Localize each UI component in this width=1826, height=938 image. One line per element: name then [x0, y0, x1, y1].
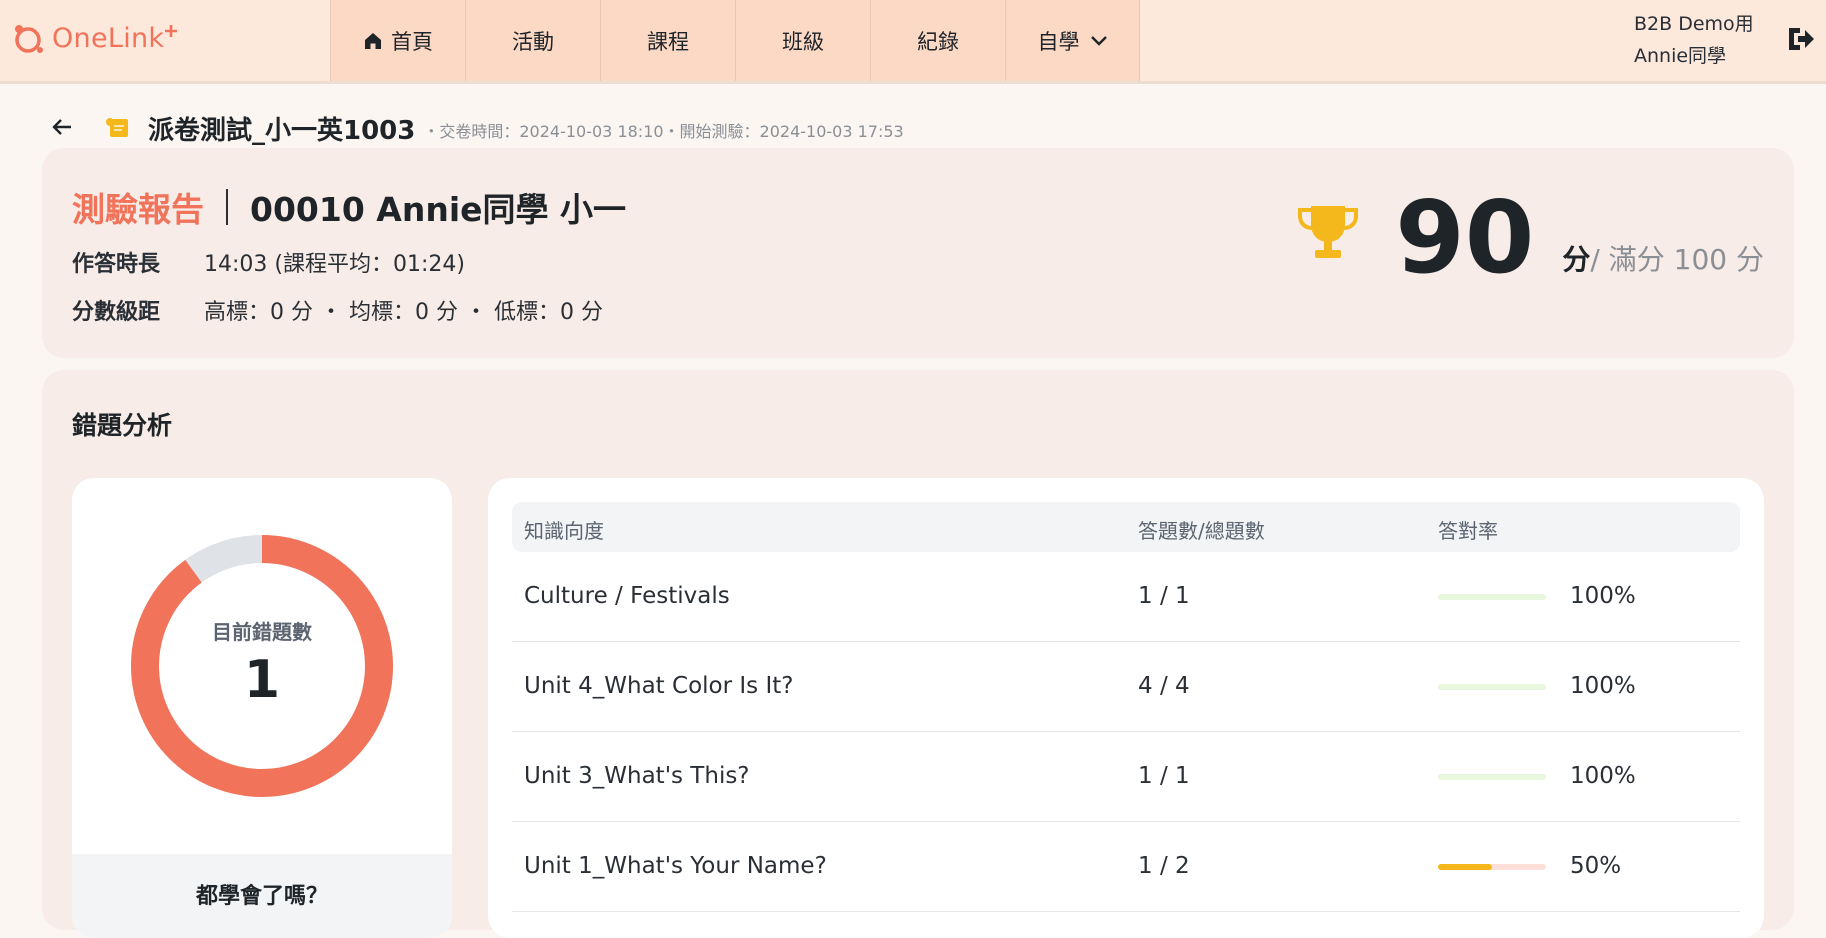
score-display: 90 分 / 滿分 100 分 — [1297, 178, 1764, 288]
top-navigation-bar: OneLink 首頁 活動 課程 班級 紀錄 自學 B2B Demo用 Anni… — [0, 0, 1826, 84]
report-header: 測驗報告 00010 Annie同學 小一 — [72, 186, 627, 229]
scroll-icon — [104, 116, 132, 140]
student-name: 00010 Annie同學 小一 — [250, 190, 627, 229]
user-info: B2B Demo用 Annie同學 — [1634, 8, 1754, 72]
accuracy-bar — [1438, 864, 1546, 870]
accuracy-percent: 100% — [1570, 673, 1636, 699]
table-row: Unit 4_What Color Is It? 4 / 4 100% — [512, 642, 1740, 732]
accuracy-bar — [1438, 594, 1546, 600]
accuracy-percent: 100% — [1570, 763, 1636, 789]
back-button[interactable] — [50, 115, 76, 141]
score-range-value: 高標：0 分 ・ 均標：0 分 ・ 低標：0 分 — [204, 300, 603, 325]
logout-icon — [1789, 28, 1814, 50]
plus-icon — [165, 25, 178, 37]
accuracy-bar — [1438, 684, 1546, 690]
nav-item-self-study[interactable]: 自學 — [1005, 0, 1140, 81]
divider — [226, 189, 228, 225]
table-row: Unit 1_What's Your Name? 1 / 2 50% — [512, 822, 1740, 912]
score-full: / 滿分 100 分 — [1590, 243, 1764, 276]
exam-title-bar: 派卷測試_小一英1003 ・交卷時間：2024-10-03 18:10・開始測驗… — [50, 108, 904, 148]
topic-cell: Culture / Festivals — [524, 583, 730, 609]
nav-label-self-study: 自學 — [1037, 29, 1080, 54]
main-nav: 首頁 活動 課程 班級 紀錄 自學 — [330, 0, 1140, 81]
nav-label-classes: 班級 — [782, 29, 824, 54]
table-row: Culture / Festivals 1 / 1 100% — [512, 552, 1740, 642]
logout-button[interactable] — [1786, 24, 1818, 56]
nav-label-activities: 活動 — [512, 29, 554, 54]
accuracy-bar-fill — [1438, 864, 1492, 870]
nav-label-courses: 課程 — [647, 29, 689, 54]
column-header-count: 答題數/總題數 — [1138, 519, 1265, 543]
column-header-rate: 答對率 — [1438, 519, 1498, 543]
duration-key: 作答時長 — [72, 252, 161, 277]
accuracy-percent: 50% — [1570, 853, 1622, 879]
exam-title: 派卷測試_小一英1003 — [148, 115, 416, 146]
score-unit: 分 — [1562, 243, 1591, 276]
duration-value: 14:03 (課程平均：01:24) — [204, 252, 465, 277]
user-org: B2B Demo用 — [1634, 13, 1754, 35]
score-range-key: 分數級距 — [72, 300, 161, 325]
nav-label-home: 首頁 — [391, 29, 433, 54]
nav-item-records[interactable]: 紀錄 — [870, 0, 1005, 81]
onelink-logo-icon — [15, 25, 43, 53]
nav-item-home[interactable]: 首頁 — [330, 0, 465, 81]
nav-item-courses[interactable]: 課程 — [600, 0, 735, 81]
count-cell: 1 / 2 — [1138, 853, 1190, 879]
accuracy-bar-fill — [1438, 684, 1546, 690]
accuracy-bar — [1438, 774, 1546, 780]
count-cell: 1 / 1 — [1138, 583, 1190, 609]
donut-label: 目前錯題數 — [212, 620, 312, 644]
column-header-topic: 知識向度 — [524, 519, 604, 543]
logo-text: OneLink — [52, 22, 165, 54]
score-value: 90 — [1395, 179, 1535, 296]
trophy-icon — [1297, 204, 1359, 266]
review-prompt-button[interactable]: 都學會了嗎？ — [72, 854, 452, 938]
count-cell: 4 / 4 — [1138, 673, 1190, 699]
nav-item-classes[interactable]: 班級 — [735, 0, 870, 81]
donut-value: 1 — [243, 650, 281, 710]
topic-cell: Unit 1_What's Your Name? — [524, 853, 827, 879]
wrong-count-card: 目前錯題數 1 都學會了嗎？ — [72, 478, 452, 938]
topic-cell: Unit 3_What's This? — [524, 763, 750, 789]
score-range-row: 分數級距 高標：0 分 ・ 均標：0 分 ・ 低標：0 分 — [72, 294, 603, 326]
nav-label-records: 紀錄 — [917, 29, 959, 54]
error-analysis-section: 錯題分析 目前錯題數 1 都學會了嗎？ 知識向度 答題數/總題數 答對率 Cul… — [42, 370, 1794, 938]
chevron-down-icon — [1090, 35, 1108, 47]
duration-row: 作答時長 14:03 (課程平均：01:24) — [72, 246, 465, 278]
arrow-left-icon — [52, 119, 71, 135]
accuracy-percent: 100% — [1570, 583, 1636, 609]
knowledge-table: 知識向度 答題數/總題數 答對率 Culture / Festivals 1 / … — [488, 478, 1764, 938]
onelink-logo[interactable]: OneLink — [10, 18, 178, 58]
table-header: 知識向度 答題數/總題數 答對率 — [512, 502, 1740, 552]
count-cell: 1 / 1 — [1138, 763, 1190, 789]
user-name: Annie同學 — [1634, 45, 1727, 67]
nav-item-activities[interactable]: 活動 — [465, 0, 600, 81]
accuracy-bar-fill — [1438, 774, 1546, 780]
accuracy-bar-fill — [1438, 594, 1546, 600]
test-report-card: 測驗報告 00010 Annie同學 小一 作答時長 14:03 (課程平均：0… — [42, 148, 1794, 358]
topic-cell: Unit 4_What Color Is It? — [524, 673, 794, 699]
analysis-title: 錯題分析 — [72, 411, 173, 440]
report-label: 測驗報告 — [72, 190, 204, 229]
home-icon — [363, 31, 383, 51]
table-row: Unit 3_What's This? 1 / 1 100% — [512, 732, 1740, 822]
exam-meta: ・交卷時間：2024-10-03 18:10・開始測驗：2024-10-03 1… — [423, 122, 904, 141]
